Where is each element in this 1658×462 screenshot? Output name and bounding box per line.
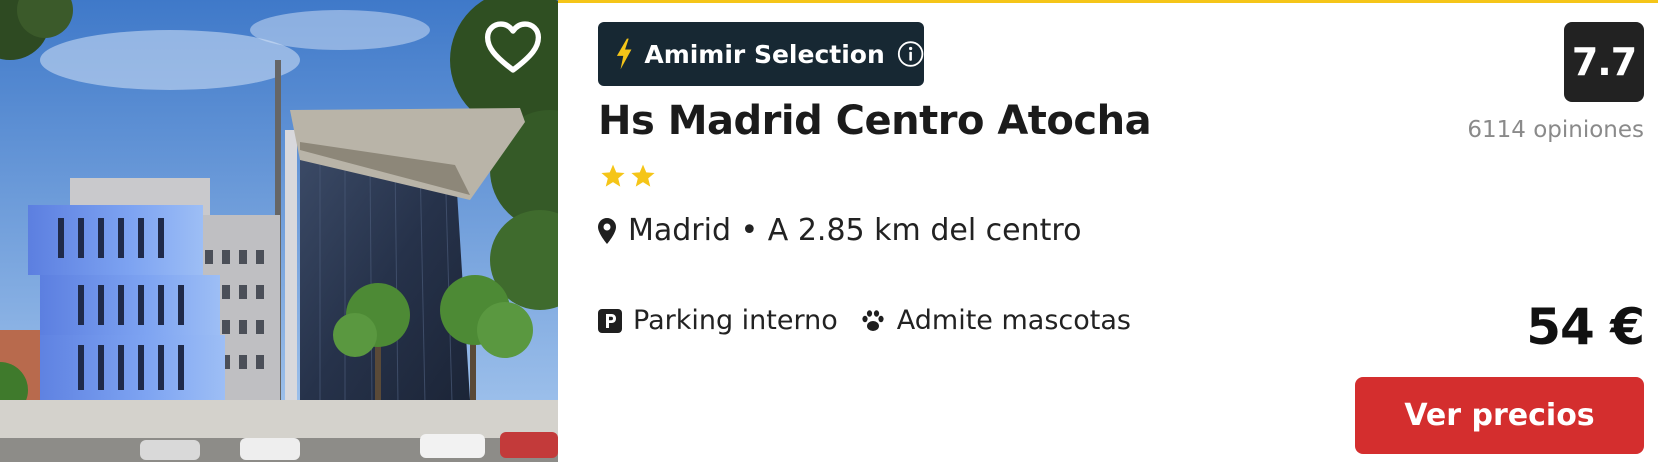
parking-icon — [598, 308, 622, 333]
star-rating — [600, 163, 656, 189]
badge-label: Amimir Selection — [644, 39, 885, 69]
heart-outline-icon[interactable] — [484, 20, 542, 74]
location-text: Madrid • A 2.85 km del centro — [628, 213, 1082, 248]
info-icon[interactable] — [897, 39, 924, 69]
rating-score: 7.7 — [1564, 22, 1644, 102]
amenity-label: Parking interno — [633, 305, 838, 336]
amenities-list: Parking interno Admite mascotas — [598, 305, 1131, 336]
hotel-photo[interactable] — [0, 0, 558, 462]
hotel-name[interactable]: Hs Madrid Centro Atocha — [598, 98, 1152, 144]
hotel-card: Amimir Selection Hs Madrid Centro Atocha… — [0, 0, 1658, 462]
paw-icon — [862, 309, 884, 331]
hotel-location: Madrid • A 2.85 km del centro — [598, 213, 1081, 248]
map-pin-icon — [598, 217, 616, 244]
amenity-label: Admite mascotas — [896, 305, 1131, 336]
review-count[interactable]: 6114 opiniones — [1467, 117, 1644, 143]
hotel-photo-illustration — [0, 0, 558, 462]
lightning-icon — [616, 38, 632, 70]
star-icon — [601, 164, 625, 187]
price: 54 € — [1526, 298, 1645, 356]
amenity-parking: Parking interno — [598, 305, 838, 336]
view-prices-button[interactable]: Ver precios — [1355, 377, 1644, 454]
amenity-pets: Admite mascotas — [860, 305, 1131, 336]
selection-badge: Amimir Selection — [598, 22, 924, 86]
star-icon — [631, 164, 655, 187]
